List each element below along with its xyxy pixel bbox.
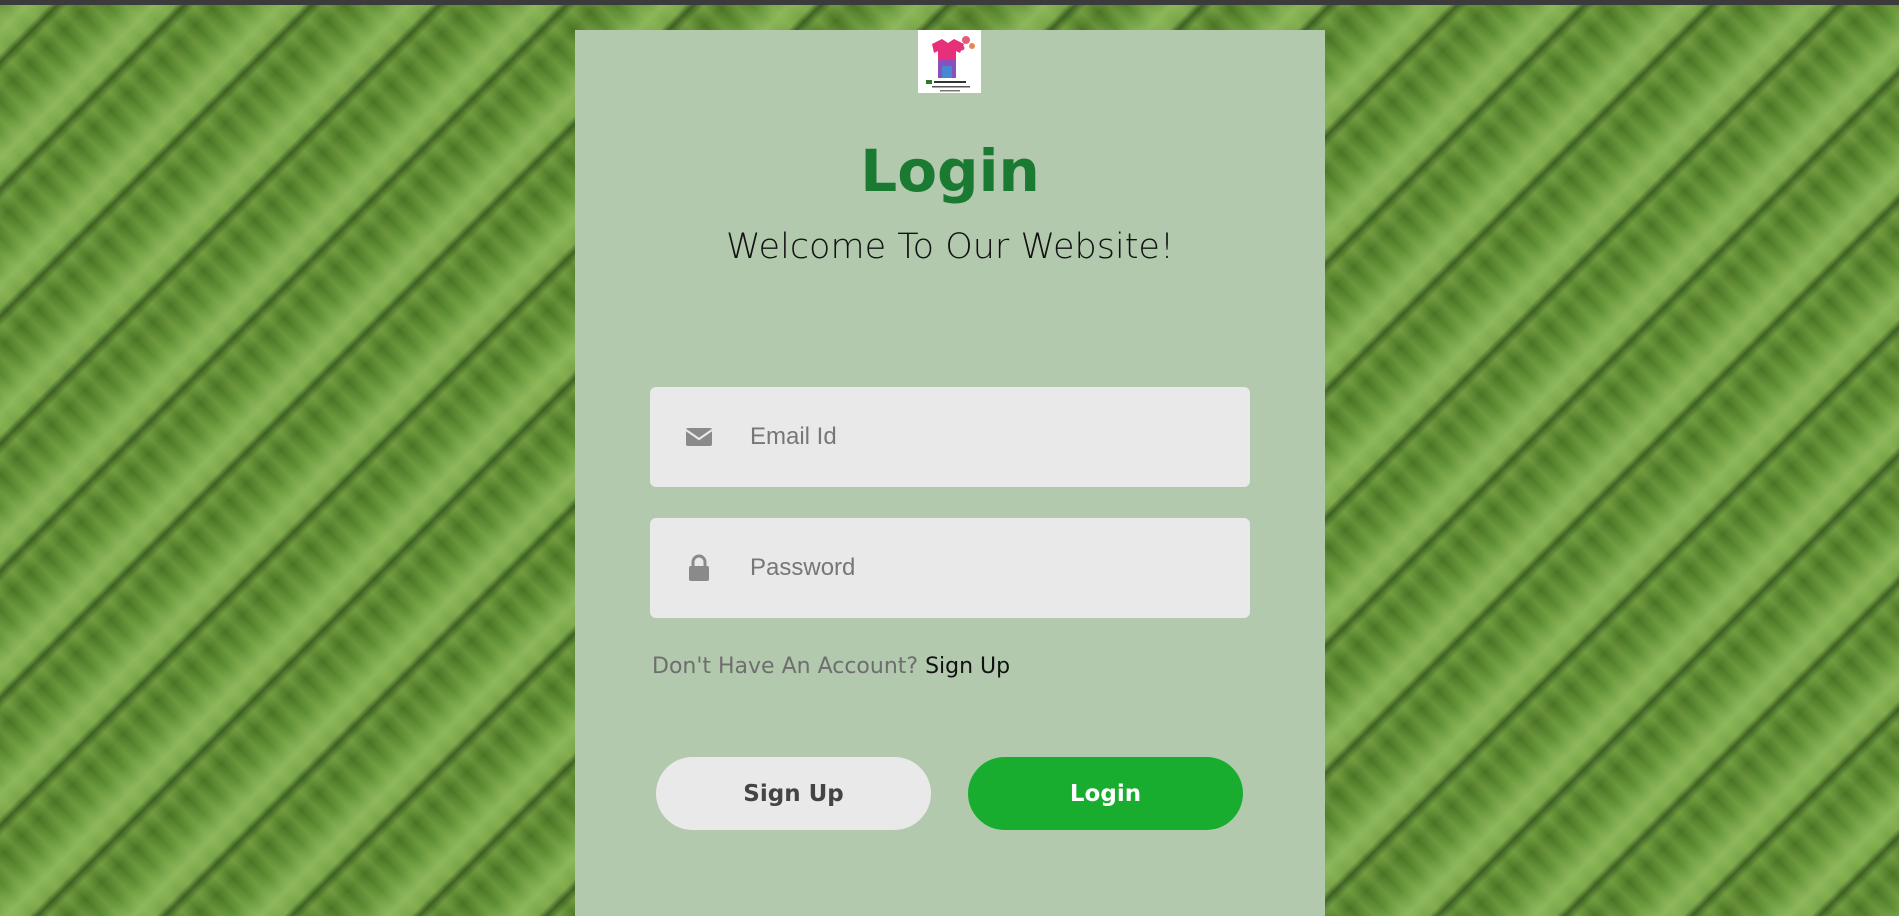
password-field-container[interactable]	[650, 518, 1250, 618]
email-field-container[interactable]	[650, 387, 1250, 487]
signup-link[interactable]: Sign Up	[925, 654, 1010, 679]
signup-button[interactable]: Sign Up	[656, 757, 931, 830]
account-prompt: Don't Have An Account? Sign Up	[652, 654, 1010, 679]
brand-logo	[918, 30, 981, 93]
email-field[interactable]	[750, 412, 1220, 462]
envelope-icon	[685, 428, 713, 446]
password-field[interactable]	[750, 543, 1220, 593]
tshirt-logo-icon	[918, 30, 981, 93]
browser-top-bar	[0, 0, 1899, 5]
login-button[interactable]: Login	[968, 757, 1243, 830]
login-panel: Login Welcome To Our Website! Don't Have…	[575, 30, 1325, 916]
lock-icon	[689, 554, 709, 581]
account-prompt-text: Don't Have An Account?	[652, 654, 919, 679]
page-title: Login	[860, 137, 1040, 205]
welcome-subtitle: Welcome To Our Website!	[726, 227, 1174, 267]
